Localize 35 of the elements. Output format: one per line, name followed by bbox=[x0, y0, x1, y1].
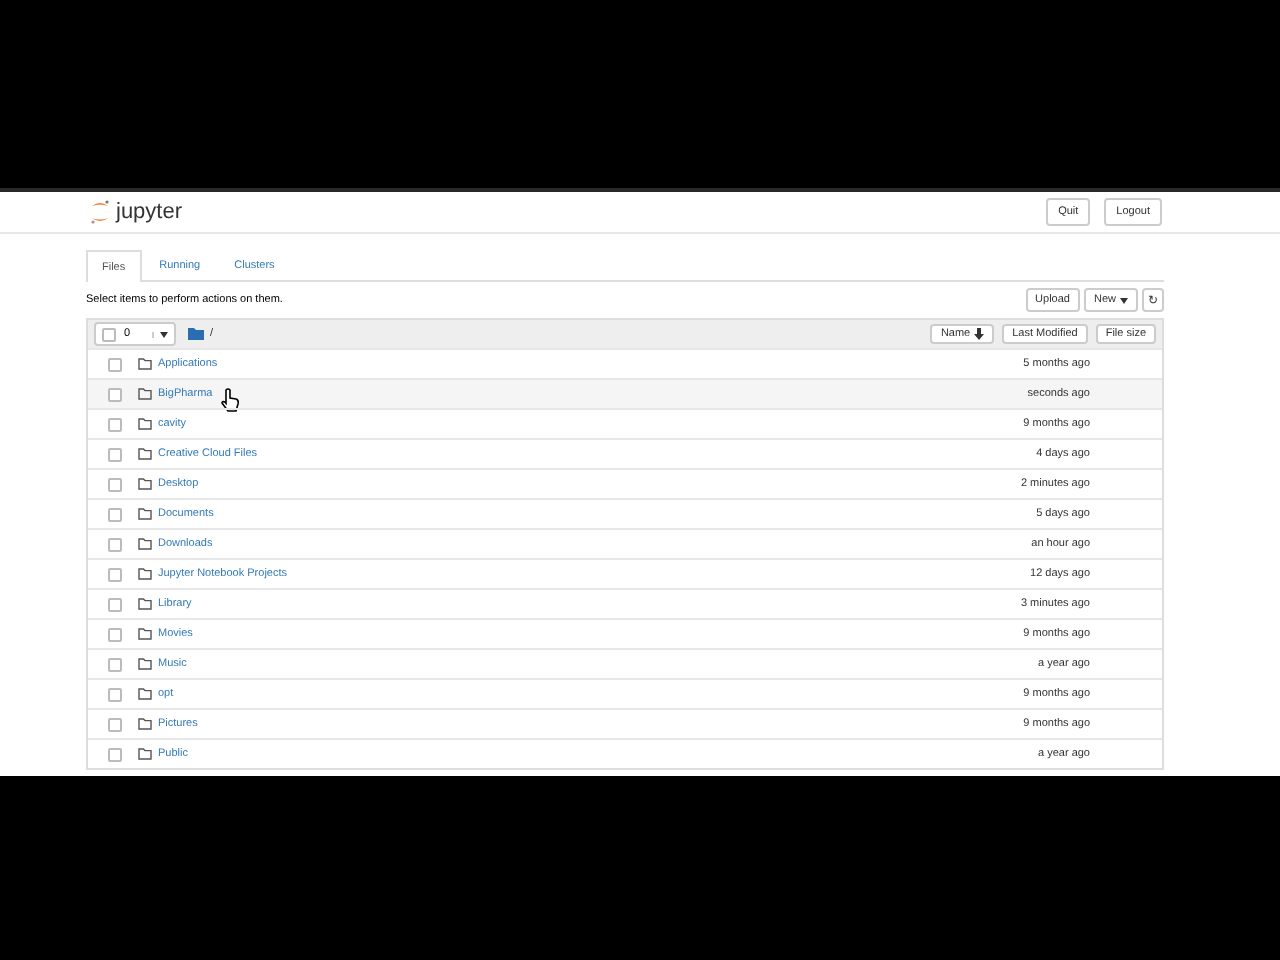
checkbox[interactable] bbox=[108, 417, 122, 431]
folder-icon bbox=[138, 598, 152, 610]
folder-icon bbox=[138, 688, 152, 700]
checkbox[interactable] bbox=[108, 477, 122, 491]
checkbox[interactable] bbox=[108, 657, 122, 671]
folder-icon bbox=[138, 568, 152, 580]
caret-icon bbox=[152, 331, 168, 337]
folder-icon bbox=[138, 538, 152, 550]
checkbox[interactable] bbox=[108, 687, 122, 701]
folder-icon bbox=[138, 658, 152, 670]
checkbox[interactable] bbox=[108, 387, 122, 401]
checkbox[interactable] bbox=[108, 357, 122, 371]
folder-icon bbox=[138, 628, 152, 640]
hand-cursor-icon bbox=[220, 388, 240, 412]
folder-icon bbox=[138, 448, 152, 460]
folder-icon bbox=[138, 418, 152, 430]
folder-icon bbox=[138, 508, 152, 520]
checkbox[interactable] bbox=[108, 747, 122, 761]
checkbox[interactable] bbox=[108, 537, 122, 551]
logo-text: jupyter bbox=[116, 200, 183, 224]
folder-icon bbox=[138, 358, 152, 370]
folder-icon bbox=[188, 328, 204, 340]
caret-icon bbox=[1120, 297, 1128, 303]
folder-icon bbox=[138, 718, 152, 730]
checkbox[interactable] bbox=[108, 717, 122, 731]
down-arrow-icon bbox=[974, 328, 985, 340]
checkbox[interactable] bbox=[108, 447, 122, 461]
folder-icon bbox=[138, 478, 152, 490]
checkbox[interactable] bbox=[108, 597, 122, 611]
checkbox[interactable] bbox=[108, 627, 122, 641]
folder-icon bbox=[138, 748, 152, 760]
folder-icon bbox=[138, 388, 152, 400]
checkbox[interactable] bbox=[108, 567, 122, 581]
checkbox[interactable] bbox=[108, 507, 122, 521]
jupyter-logo-icon bbox=[90, 200, 110, 224]
